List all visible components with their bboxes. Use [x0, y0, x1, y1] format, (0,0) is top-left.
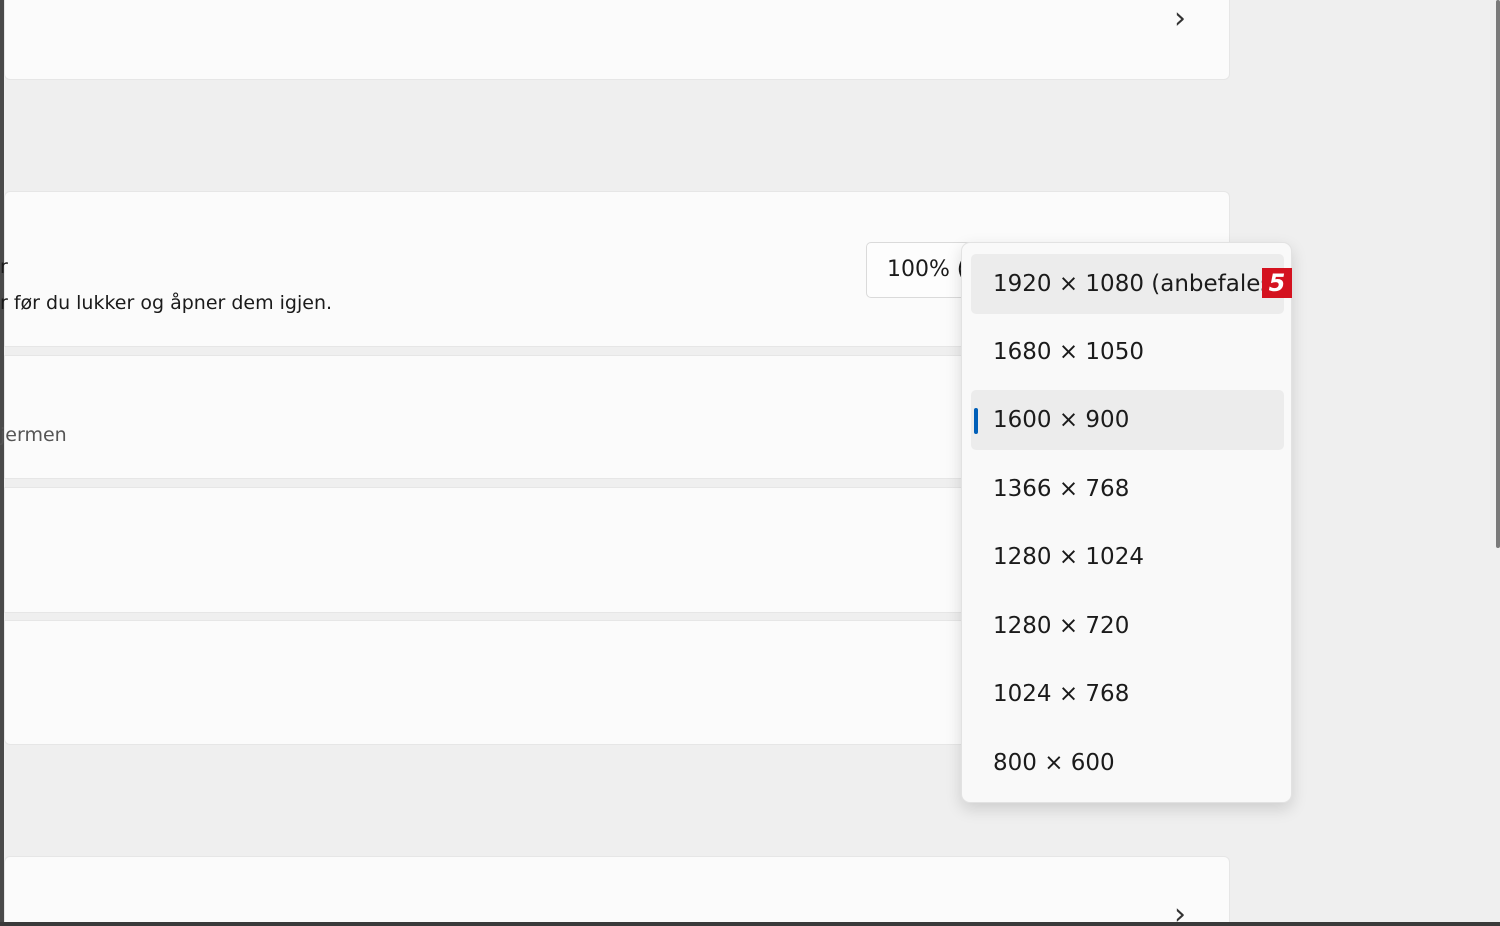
resolution-option-label: 1024 × 768: [993, 681, 1130, 707]
resolution-option-label: 800 × 600: [993, 750, 1115, 776]
resolution-option-label: 1600 × 900: [993, 407, 1130, 433]
callout-number-badge: 5: [1262, 268, 1292, 298]
resolution-option[interactable]: 1280 × 720: [971, 596, 1284, 656]
resolution-option-label: 1280 × 720: [993, 613, 1130, 639]
scrollbar-thumb[interactable]: [1496, 0, 1500, 548]
resolution-option[interactable]: 1366 × 768: [971, 459, 1284, 519]
resolution-option[interactable]: 1920 × 1080 (anbefales): [971, 254, 1284, 314]
resolution-description: jermen: [0, 424, 67, 446]
resolution-option-label: 1680 × 1050: [993, 339, 1144, 365]
chevron-right-icon[interactable]: ›: [1174, 4, 1186, 34]
resolution-option[interactable]: 1680 × 1050: [971, 322, 1284, 382]
resolution-option-label: 1920 × 1080 (anbefales): [993, 271, 1282, 297]
resolution-option[interactable]: 800 × 600: [971, 733, 1284, 793]
scale-label: r: [0, 256, 8, 278]
scale-description: r før du lukker og åpner dem igjen.: [0, 292, 333, 314]
settings-card-top[interactable]: [4, 0, 1230, 80]
resolution-option-selected[interactable]: 1600 × 900: [971, 390, 1284, 450]
settings-card-bottom[interactable]: [4, 856, 1230, 926]
window-bottom-edge: [0, 922, 1500, 926]
resolution-option-label: 1280 × 1024: [993, 544, 1144, 570]
resolution-option[interactable]: 1024 × 768: [971, 664, 1284, 724]
resolution-dropdown-list: 1920 × 1080 (anbefales) 1680 × 1050 1600…: [961, 242, 1292, 803]
resolution-option-label: 1366 × 768: [993, 476, 1130, 502]
resolution-option[interactable]: 1280 × 1024: [971, 527, 1284, 587]
selection-indicator: [974, 408, 978, 434]
